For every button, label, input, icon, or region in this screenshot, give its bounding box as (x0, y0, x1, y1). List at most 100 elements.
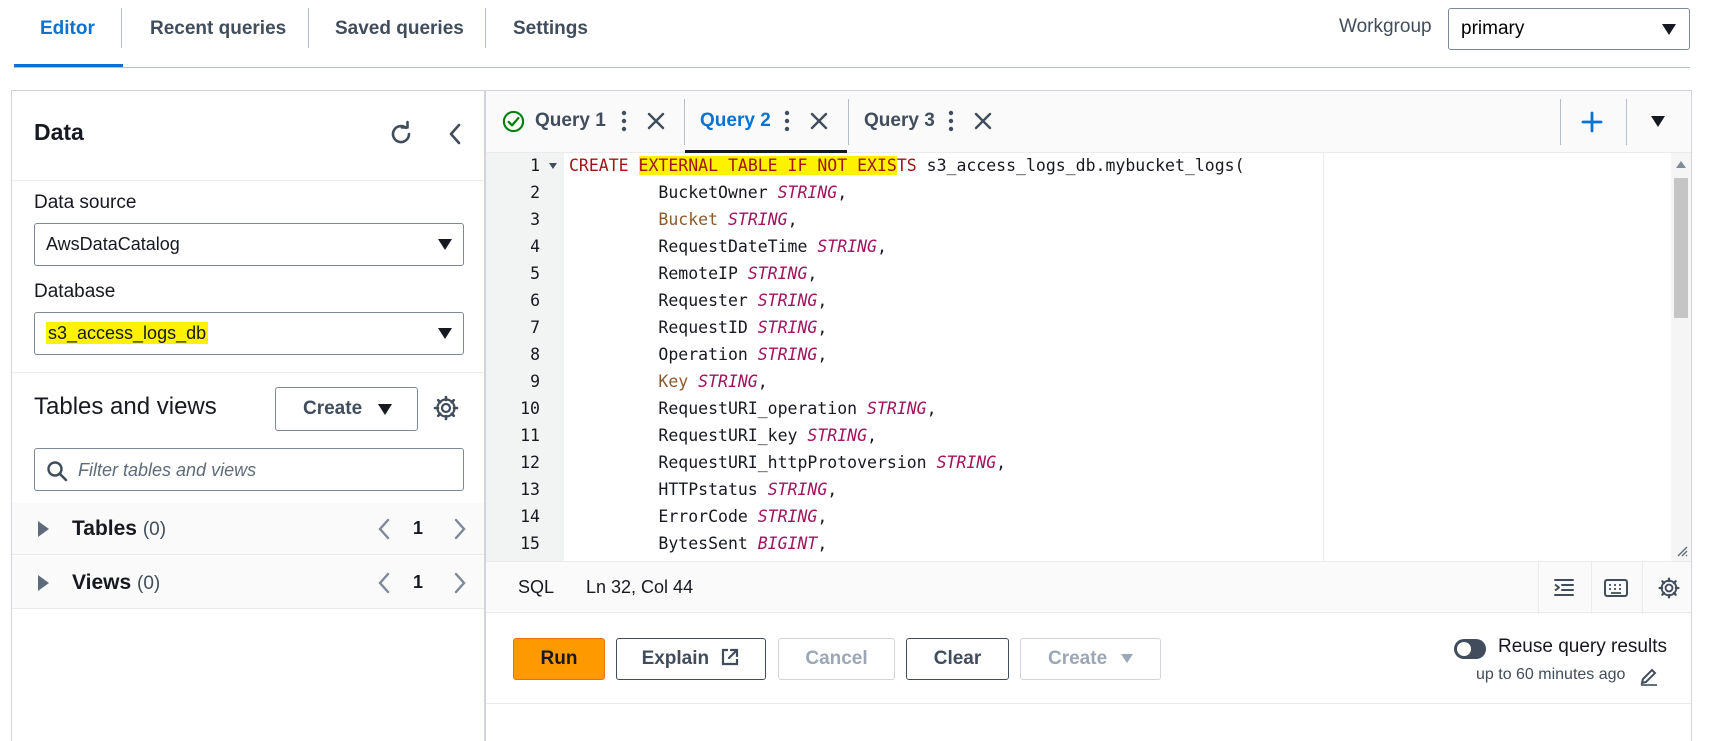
code-token: STRING (727, 210, 788, 229)
collapse-chevron-icon[interactable] (440, 119, 470, 149)
reuse-results-toggle[interactable] (1454, 639, 1486, 659)
add-query-plus-icon[interactable] (1580, 110, 1604, 134)
filter-tables-input[interactable]: Filter tables and views (34, 448, 464, 491)
code-token: RemoteIP (569, 264, 748, 283)
tabs-menu-caret-icon[interactable] (1651, 116, 1665, 127)
chevron-left-icon[interactable] (377, 571, 391, 595)
database-value: s3_access_logs_db (46, 322, 209, 344)
explain-label: Explain (641, 648, 710, 669)
code-token: STRING (757, 345, 818, 364)
code-token: Operation (569, 345, 758, 364)
editor-status-bar: SQL Ln 32, Col 44 (486, 561, 1691, 614)
create-dropdown-button[interactable]: Create (1020, 638, 1161, 680)
run-button[interactable]: Run (513, 638, 605, 680)
code-token: STRING (757, 291, 818, 310)
expand-triangle-icon[interactable] (38, 575, 49, 591)
close-icon[interactable] (973, 111, 993, 131)
tab-saved-queries[interactable]: Saved queries (335, 0, 464, 58)
chevron-right-icon[interactable] (453, 571, 467, 595)
code-token: RequestID (569, 318, 758, 337)
code-token: , (867, 426, 877, 445)
keyboard-icon[interactable] (1603, 576, 1629, 600)
code-token: STRING (817, 237, 877, 256)
expand-triangle-icon[interactable] (38, 521, 49, 537)
code-token: Key (569, 372, 699, 391)
query-tab-3-label: Query 3 (864, 110, 935, 131)
code-token: TS (896, 156, 927, 175)
reuse-results-sub: up to 60 minutes ago (1476, 666, 1626, 683)
scroll-up-arrow-icon[interactable] (1675, 159, 1687, 169)
data-panel: Data Data source AwsDataCatalog Database… (11, 90, 485, 741)
query-tab-2[interactable]: Query 2 (685, 91, 847, 153)
chevron-left-icon[interactable] (377, 517, 391, 541)
chevron-right-icon[interactable] (453, 517, 467, 541)
line-number: 3 (530, 210, 540, 229)
code-token: BytesSent (569, 534, 758, 553)
code-token: EXTERNAL TABLE IF NOT EXIS (638, 156, 897, 175)
edit-pencil-icon[interactable] (1639, 666, 1659, 686)
status-separator (1538, 562, 1539, 614)
query-tab-3[interactable]: Query 3 (849, 91, 1009, 152)
workgroup-label: Workgroup (1339, 16, 1432, 37)
database-select[interactable]: s3_access_logs_db (34, 312, 464, 355)
code-token: ErrorCode (569, 507, 758, 526)
search-icon (47, 461, 68, 482)
scroll-thumb[interactable] (1674, 178, 1688, 318)
tab-editor[interactable]: Editor (14, 0, 123, 67)
code-token: STRING (757, 507, 818, 526)
line-number: 12 (520, 453, 540, 472)
code-token: , (827, 480, 838, 499)
data-source-label: Data source (34, 192, 137, 213)
top-nav: Editor Recent queries Saved queries Sett… (14, 0, 1690, 68)
code-token: STRING (767, 480, 828, 499)
editor-settings-gear-icon[interactable] (1657, 576, 1681, 600)
close-icon[interactable] (646, 111, 666, 131)
code-token: , (926, 399, 937, 418)
tables-row[interactable]: Tables (0) 1 (12, 503, 484, 555)
code-token: STRING (698, 372, 758, 391)
tab-recent-queries[interactable]: Recent queries (150, 0, 286, 58)
workgroup-select[interactable]: primary (1448, 8, 1690, 50)
line-number: 7 (530, 318, 540, 337)
close-icon[interactable] (809, 111, 829, 131)
views-row[interactable]: Views (0) 1 (12, 557, 484, 609)
code-token: , (787, 210, 798, 229)
caret-down-icon (378, 404, 392, 415)
create-button-label: Create (303, 398, 363, 419)
code-token: STRING (777, 183, 838, 202)
code-line: BytesSent BIGINT, (569, 534, 827, 553)
data-source-select[interactable]: AwsDataCatalog (34, 223, 464, 266)
refresh-icon[interactable] (386, 119, 416, 149)
editor-scrollbar[interactable] (1671, 153, 1691, 561)
external-link-icon (722, 648, 739, 666)
resize-grip-icon[interactable] (1676, 545, 1688, 557)
explain-button[interactable]: Explain (616, 638, 766, 680)
more-vertical-icon[interactable] (782, 109, 792, 133)
fold-arrow-icon[interactable] (549, 163, 557, 169)
format-indent-icon[interactable] (1552, 576, 1576, 600)
more-vertical-icon[interactable] (619, 109, 629, 133)
more-vertical-icon[interactable] (946, 109, 956, 133)
sql-code-editor[interactable]: 1 CREATE EXTERNAL TABLE IF NOT EXISTS s3_… (486, 153, 1671, 561)
tab-settings[interactable]: Settings (513, 0, 588, 58)
cancel-button[interactable]: Cancel (778, 638, 895, 680)
status-separator (1591, 562, 1592, 614)
line-number: 4 (530, 237, 540, 256)
code-token: RequestURI_key (569, 426, 808, 445)
code-line: RequestURI_operation STRING, (569, 399, 937, 418)
line-number: 13 (520, 480, 540, 499)
tables-count: (0) (142, 519, 167, 540)
create-button[interactable]: Create (275, 387, 418, 431)
gear-icon[interactable] (432, 394, 460, 422)
clear-button[interactable]: Clear (906, 638, 1009, 680)
tables-page-number: 1 (413, 518, 424, 538)
tab-separator (308, 8, 309, 48)
code-token: RequestURI_httpProtoversion (569, 453, 937, 472)
code-token: , (996, 453, 1007, 472)
code-token: , (817, 507, 828, 526)
code-line: CREATE EXTERNAL TABLE IF NOT EXISTS s3_a… (569, 156, 1245, 175)
query-tab-1[interactable]: Query 1 (486, 91, 684, 152)
cursor-position: Ln 32, Col 44 (586, 577, 694, 597)
code-token: STRING (747, 264, 808, 283)
code-line: RequestDateTime STRING, (569, 237, 887, 256)
